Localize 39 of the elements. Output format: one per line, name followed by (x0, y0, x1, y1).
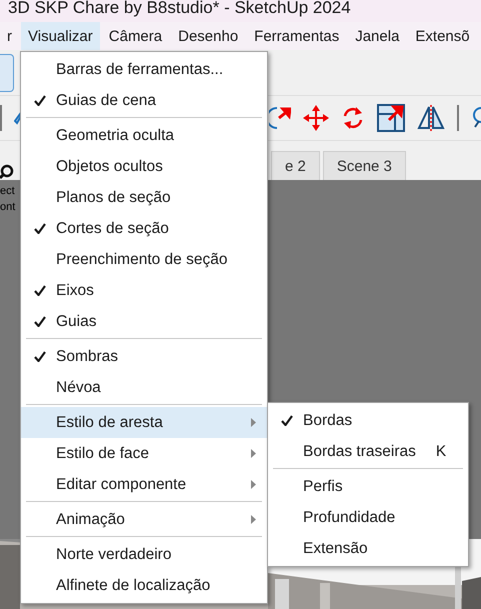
menu-item[interactable]: Ferramentas (247, 22, 346, 50)
menu-item[interactable]: Perfis (303, 478, 468, 496)
menu-item[interactable]: Alfinete de localização (56, 576, 267, 594)
shortcut-key: K (416, 442, 468, 460)
move-icon[interactable] (303, 105, 330, 131)
menu-item[interactable]: Editar componente (56, 476, 245, 494)
menu-item[interactable]: Objetos ocultos (56, 158, 267, 176)
menu-item[interactable]: Desenho (171, 22, 246, 50)
menu-item[interactable]: Estilo de aresta (56, 414, 245, 432)
scale-icon[interactable] (377, 104, 406, 132)
menu-item[interactable]: Sombras (56, 348, 267, 366)
scene-tab[interactable]: Scene 3 (322, 151, 406, 180)
menu-item[interactable]: Norte verdadeiro (56, 546, 267, 564)
menu-item[interactable]: Visualizar (21, 22, 100, 50)
menu-item[interactable]: Guias de cena (56, 92, 267, 110)
menu-item[interactable]: Janela (348, 22, 406, 50)
menu-item[interactable]: Planos de seção (56, 188, 267, 206)
menu-item[interactable]: Profundidade (303, 508, 468, 526)
menu-item[interactable]: Bordas (303, 412, 468, 430)
menu-item[interactable]: r (0, 22, 19, 50)
menu-item[interactable]: Estilo de face (56, 444, 245, 462)
menu-item[interactable]: Névoa (56, 378, 267, 396)
menu-item[interactable]: Cortes de seção (56, 220, 267, 238)
menu-item[interactable]: Extensõ (408, 22, 477, 50)
flip-icon[interactable] (417, 104, 446, 132)
menu-item[interactable]: Geometria oculta (56, 126, 267, 144)
search-icon[interactable] (0, 164, 14, 180)
status-text: ont (0, 200, 16, 215)
status-text: ect (0, 184, 15, 199)
menu-item[interactable]: Preenchimento de seção (56, 250, 267, 268)
menu-item[interactable]: Câmera (102, 22, 170, 50)
menu-item[interactable]: Animação (56, 510, 245, 528)
menu-item[interactable]: Bordas traseiras (303, 442, 416, 460)
window-title: 3D SKP Chare by B8studio* - SketchUp 2024 (8, 0, 351, 18)
menu-item[interactable]: Eixos (56, 282, 267, 300)
arc-arrow-icon[interactable] (269, 104, 292, 132)
menu-item[interactable]: Barras de ferramentas... (56, 60, 267, 78)
menu-item[interactable]: Guias (56, 312, 267, 330)
scene-tab[interactable]: e 2 (271, 151, 320, 180)
